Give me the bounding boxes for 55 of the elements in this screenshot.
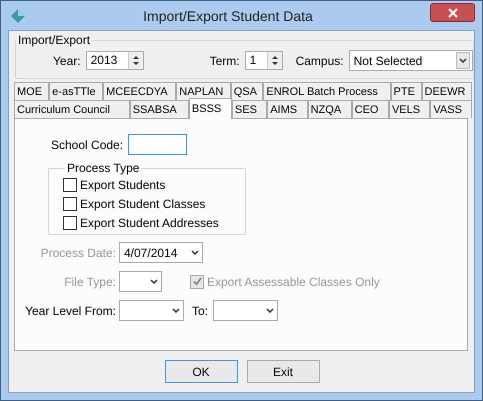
checkbox-label: Export Students [80,178,166,192]
tab[interactable]: BSSS [188,98,232,119]
chevron-down-icon [150,279,158,284]
tab[interactable]: CEO [352,100,389,118]
field-label: Campus: [296,54,344,68]
tab[interactable]: ENROL Batch Process [263,82,391,100]
checkbox[interactable] [63,216,77,230]
field-label: Term: [210,54,240,68]
tab[interactable]: MCEECDYA [103,82,176,100]
dialog-button[interactable]: OK [164,360,238,383]
dialog-button[interactable]: Exit [246,360,320,383]
tab[interactable]: PTE [390,82,422,100]
field-label: School Code: [51,138,124,152]
checkmark-icon [192,277,202,286]
tab[interactable]: VELS [388,100,430,118]
chevron-down-icon [266,308,274,313]
field-label: To: [192,304,208,318]
field-label: Year Level From: [24,304,116,318]
file-type-dropdown[interactable] [119,271,162,292]
checkbox-label: Export Student Classes [80,196,206,210]
tab[interactable]: SES [232,100,268,118]
campus-dropdown[interactable]: Not Selected [348,50,473,71]
checkbox[interactable] [63,196,77,210]
school-code-field[interactable] [128,134,188,155]
checkbox-label: Export Student Addresses [80,216,219,230]
chevron-down-icon [172,308,180,313]
app-icon [10,8,26,24]
spin-arrows-icon [128,52,143,69]
tab[interactable]: NZQA [308,100,352,118]
window-title: Import/Export Student Data [142,8,314,24]
tab[interactable]: Curriculum Council [14,100,130,118]
tab[interactable]: SSABSA [130,100,189,118]
field-label: Process Date: [40,246,116,260]
field-label: Year: [53,54,81,68]
tab[interactable]: NAPLAN [176,82,231,100]
tab[interactable]: DEEWR [422,82,472,100]
tab[interactable]: VASS [430,100,472,118]
tab[interactable]: QSA [230,82,264,100]
field-label: File Type: [63,274,116,288]
chevron-down-icon [191,250,199,255]
checkbox-label: Export Assessable Classes Only [207,274,380,288]
chevron-down-icon [458,58,467,63]
group-label: Process Type [66,161,140,175]
checkbox[interactable] [63,178,77,192]
group-label: Import/Export [17,33,92,47]
year-spinner[interactable]: 2013 [86,51,144,70]
tab[interactable]: AIMS [267,100,308,118]
spin-arrows-icon [266,52,282,69]
term-spinner[interactable]: 1 [244,51,283,70]
close-button[interactable] [430,3,475,22]
year-to-dropdown[interactable] [213,300,278,321]
year-from-dropdown[interactable] [119,300,184,321]
tab[interactable]: MOE [14,82,50,100]
tab[interactable]: e-asTTle [49,82,104,100]
close-icon [448,8,458,18]
